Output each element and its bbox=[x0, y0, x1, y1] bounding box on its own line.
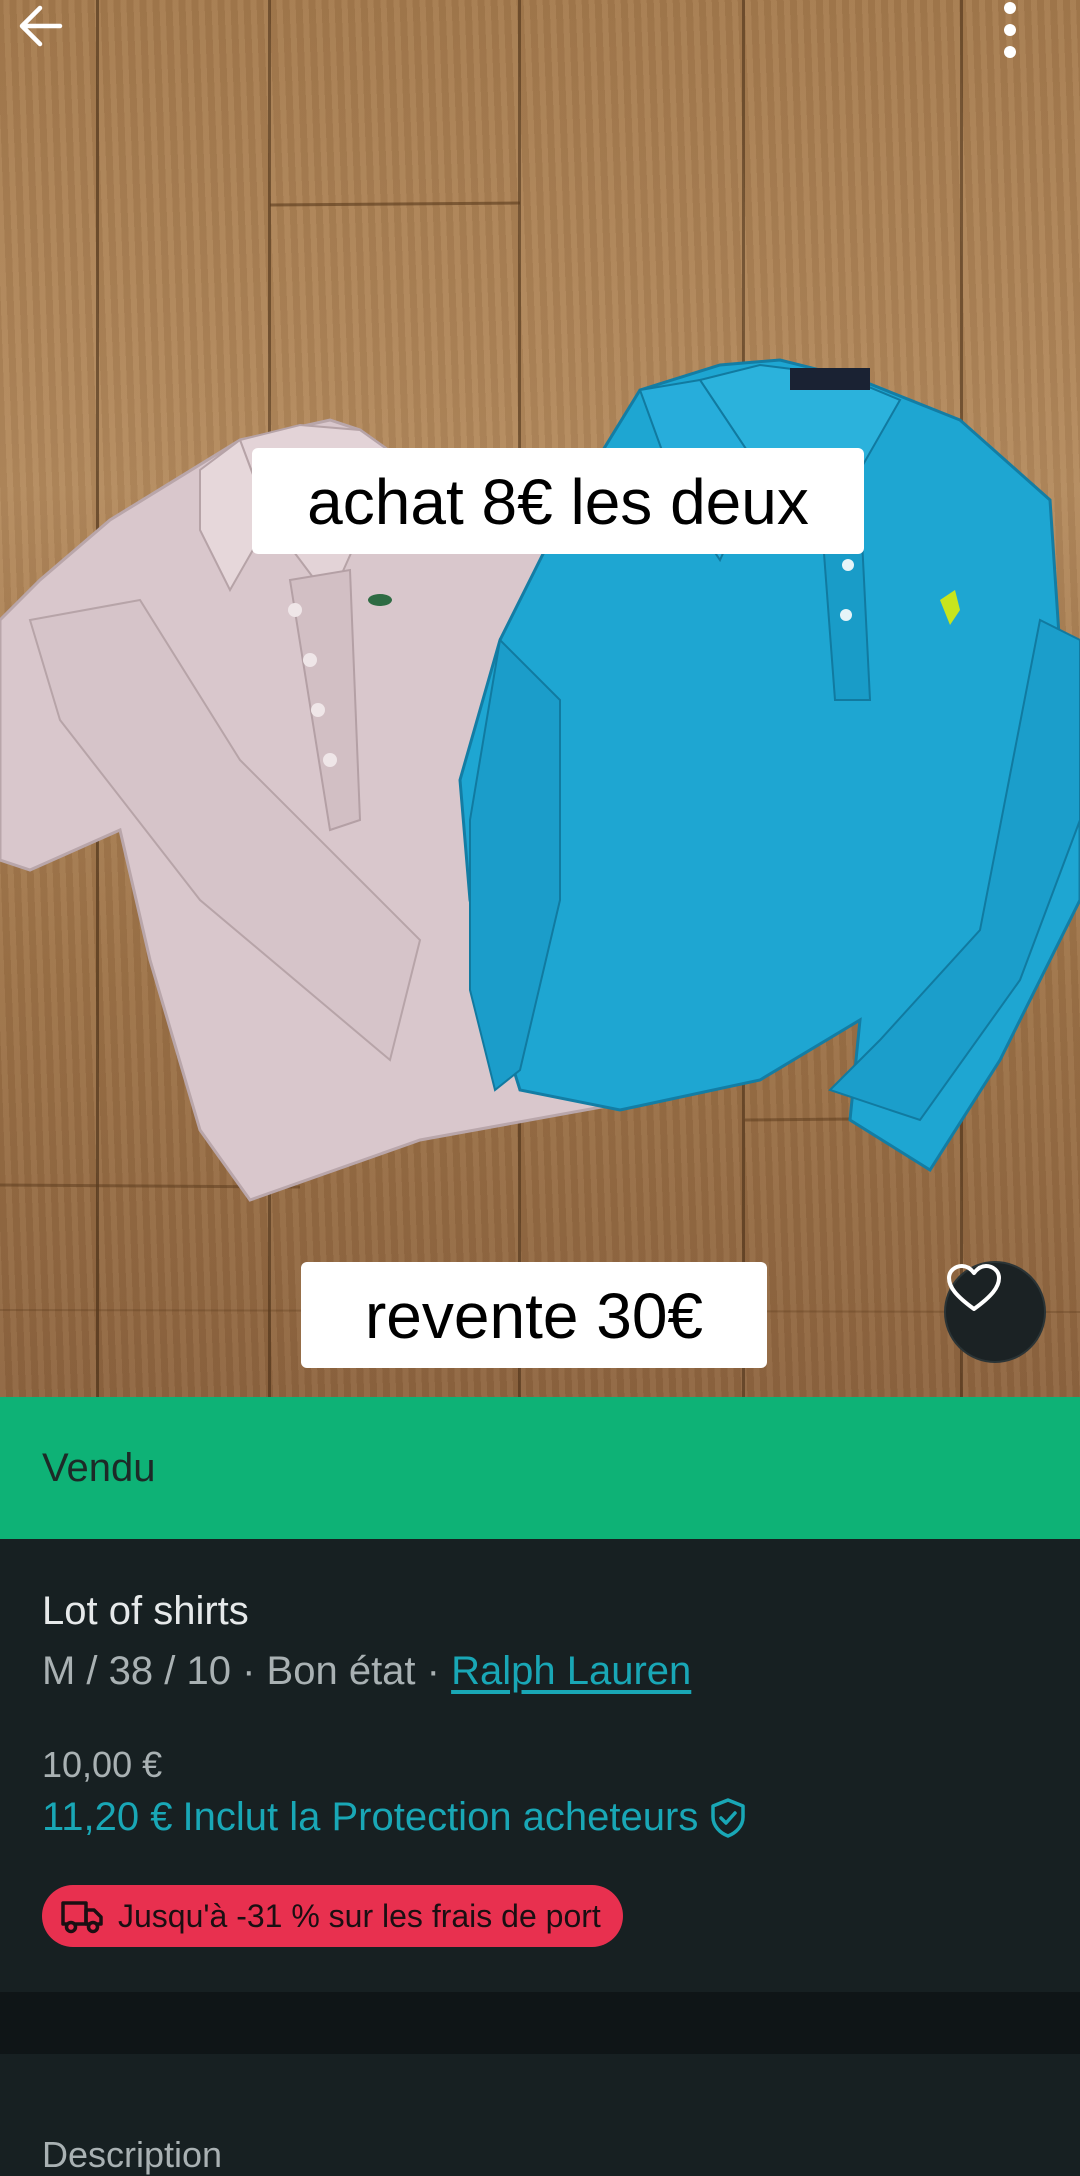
brand-link[interactable]: Ralph Lauren bbox=[451, 1649, 691, 1693]
total-price-line[interactable]: 11,20 € Inclut la Protection acheteurs bbox=[42, 1795, 748, 1840]
caption-purchase: achat 8€ les deux bbox=[252, 448, 864, 554]
item-info: Lot of shirts M / 38 / 10 · Bon état · R… bbox=[0, 1539, 1080, 1992]
item-title: Lot of shirts bbox=[42, 1589, 249, 1633]
back-button[interactable] bbox=[16, 0, 96, 80]
shield-check-icon bbox=[708, 1797, 748, 1839]
shipping-discount-badge[interactable]: Jusqu'à -31 % sur les frais de port bbox=[42, 1885, 623, 1947]
item-screen: achat 8€ les deux revente 30€ Vendu Lot … bbox=[0, 0, 1080, 2176]
favorite-button[interactable] bbox=[944, 1261, 1046, 1363]
sold-banner: Vendu bbox=[0, 1397, 1080, 1539]
item-photo[interactable]: achat 8€ les deux revente 30€ bbox=[0, 0, 1080, 1397]
more-options-button[interactable] bbox=[1000, 0, 1080, 80]
item-price: 10,00 € bbox=[42, 1744, 163, 1785]
shirts-illustration bbox=[0, 201, 1080, 1313]
protection-label: Inclut la Protection acheteurs bbox=[182, 1795, 699, 1839]
truck-icon bbox=[60, 1898, 104, 1934]
item-details: M / 38 / 10 · Bon état · Ralph Lauren bbox=[42, 1649, 691, 1694]
sold-label: Vendu bbox=[42, 1445, 156, 1490]
total-price: 11,20 € bbox=[42, 1795, 173, 1839]
description-section: Description bbox=[0, 2054, 1080, 2176]
description-heading: Description bbox=[42, 2134, 223, 2175]
section-divider bbox=[0, 1992, 1080, 2054]
shipping-discount-label: Jusqu'à -31 % sur les frais de port bbox=[118, 1897, 601, 1934]
item-size-condition: M / 38 / 10 · Bon état · bbox=[42, 1649, 452, 1693]
caption-resale: revente 30€ bbox=[301, 1262, 767, 1368]
